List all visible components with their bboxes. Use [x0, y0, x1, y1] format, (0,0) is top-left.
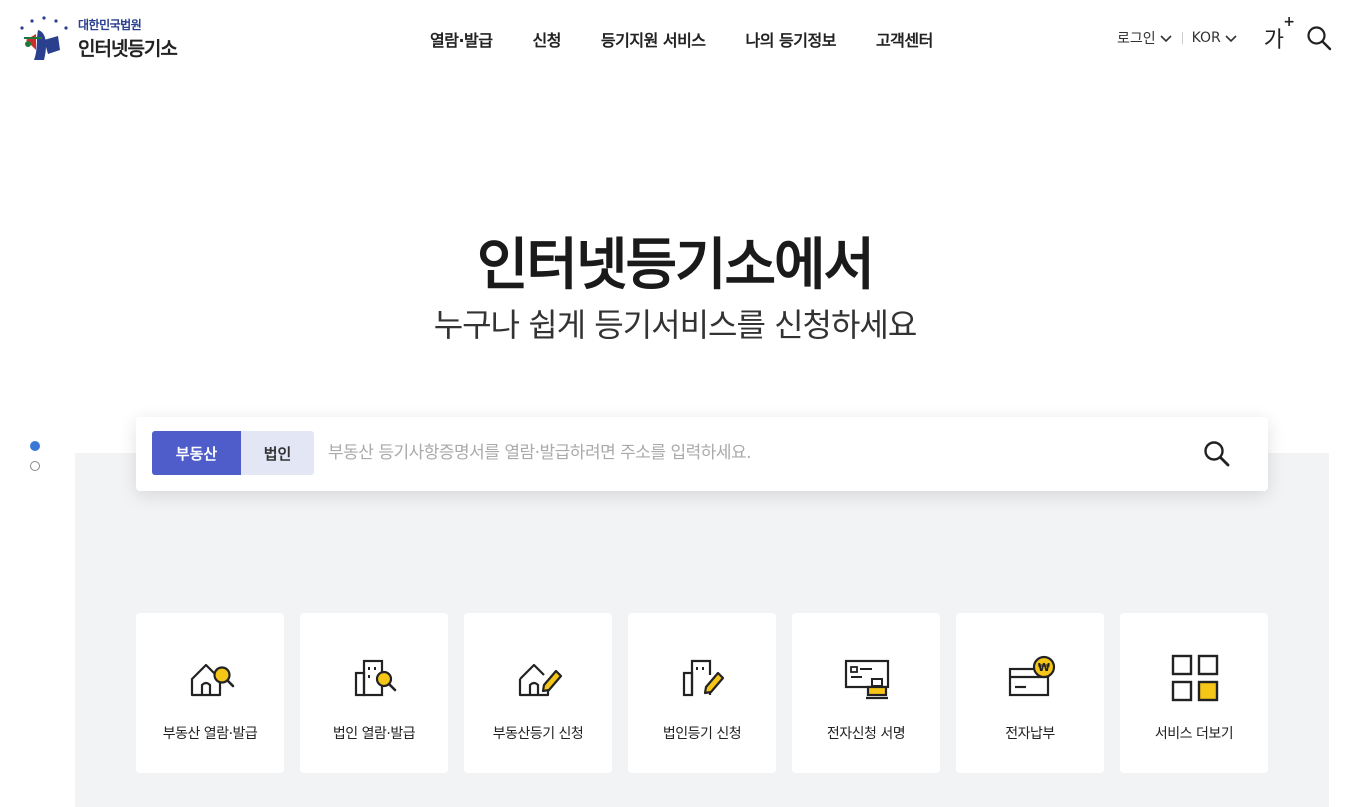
- nav-apply[interactable]: 신청: [532, 27, 561, 51]
- document-stamp-icon: [844, 659, 890, 700]
- font-size-button[interactable]: 가 +: [1263, 14, 1295, 54]
- service-card-corp-apply[interactable]: 법인등기 신청: [628, 613, 776, 773]
- logo-org: 대한민국법원: [78, 17, 142, 32]
- house-pen-icon: [518, 663, 563, 697]
- nav-view-issue[interactable]: 열람·발급: [430, 27, 493, 51]
- divider: [1181, 32, 1183, 44]
- service-card-realty-view[interactable]: 부동산 열람·발급: [136, 613, 284, 773]
- court-emblem-icon: [20, 16, 68, 60]
- slider-dot-1[interactable]: [30, 441, 40, 451]
- chevron-down-icon: [1225, 35, 1237, 43]
- font-size-label: 가: [1263, 28, 1284, 53]
- service-label: 부동산등기 신청: [492, 726, 584, 742]
- plus-icon: +: [1283, 14, 1295, 30]
- login-label: 로그인: [1116, 31, 1156, 47]
- chevron-down-icon: [1160, 35, 1172, 43]
- logo-name: 인터넷등기소: [78, 37, 178, 60]
- site-header: 대한민국법원 인터넷등기소 열람·발급 신청 등기지원 서비스 나의 등기정보 …: [0, 0, 1350, 80]
- search-submit-icon[interactable]: [1202, 439, 1232, 469]
- service-card-e-signature[interactable]: 전자신청 서명: [792, 613, 940, 773]
- service-label: 전자납부: [1005, 726, 1055, 742]
- service-label: 전자신청 서명: [826, 726, 906, 742]
- card-won-icon: ₩: [1008, 655, 1056, 697]
- nav-my-registry-info[interactable]: 나의 등기정보: [746, 27, 837, 51]
- service-label: 법인 열람·발급: [332, 726, 416, 742]
- search-icon[interactable]: [1306, 25, 1332, 51]
- grid-more-icon: [1171, 654, 1219, 702]
- tab-corporation[interactable]: 법인: [241, 431, 314, 475]
- language-dropdown[interactable]: KOR: [1192, 30, 1238, 46]
- slider-pagination: [30, 441, 40, 481]
- building-search-icon: [354, 659, 397, 697]
- service-card-e-payment[interactable]: ₩ 전자납부: [956, 613, 1104, 773]
- house-search-icon: [190, 663, 235, 697]
- service-card-corp-view[interactable]: 법인 열람·발급: [300, 613, 448, 773]
- hero-title: 인터넷등기소에서: [476, 233, 875, 298]
- svg-text:₩: ₩: [1038, 661, 1050, 674]
- slider-dot-2[interactable]: [30, 461, 40, 471]
- tab-real-estate[interactable]: 부동산: [152, 431, 241, 475]
- service-label: 법인등기 신청: [662, 726, 742, 742]
- service-card-realty-apply[interactable]: 부동산등기 신청: [464, 613, 612, 773]
- main-nav: 열람·발급 신청 등기지원 서비스 나의 등기정보 고객센터: [430, 27, 973, 51]
- hero-subtitle: 누구나 쉽게 등기서비스를 신청하세요: [433, 306, 918, 344]
- address-search-input[interactable]: [328, 431, 1178, 475]
- utility-menu: 로그인 KOR 가 +: [1117, 14, 1332, 54]
- site-logo[interactable]: 대한민국법원 인터넷등기소: [14, 10, 178, 66]
- nav-support-services[interactable]: 등기지원 서비스: [601, 27, 706, 51]
- registry-search-box: 부동산 법인: [136, 417, 1268, 491]
- service-card-more[interactable]: 서비스 더보기: [1120, 613, 1268, 773]
- nav-customer-center[interactable]: 고객센터: [876, 27, 933, 51]
- login-dropdown[interactable]: 로그인: [1117, 28, 1173, 48]
- service-label: 서비스 더보기: [1154, 726, 1234, 742]
- building-pen-icon: [682, 659, 725, 697]
- language-label: KOR: [1191, 30, 1221, 46]
- service-label: 부동산 열람·발급: [162, 726, 258, 742]
